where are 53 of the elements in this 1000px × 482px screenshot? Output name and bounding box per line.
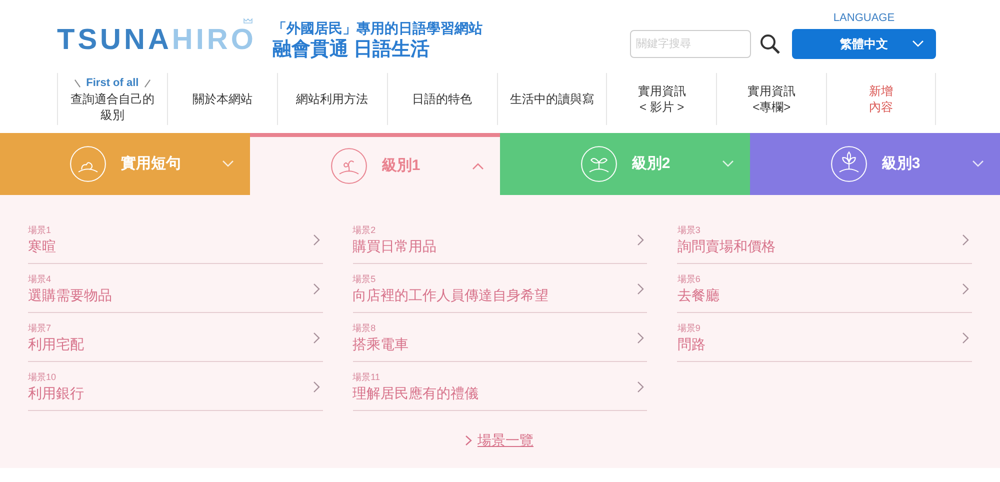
chevron-right-icon [962,332,969,344]
tagline: 「外國居民」專用的日語學習網站 [272,20,482,38]
language-dropdown[interactable]: 繁體中文 [792,28,936,58]
nav-link[interactable]: 網站利用方法 [276,73,387,126]
nav-link[interactable]: 生活中的讀與寫 [496,73,606,126]
crown-icon [243,18,254,24]
scene-link[interactable]: 場景1 寒暄 [28,215,323,264]
logo-text[interactable]: TSUNA [57,26,172,56]
nav-link[interactable]: 實用資訊 < 影片 > [606,73,716,126]
scene-link[interactable]: 場景7 利用宅配 [28,313,323,362]
scene-link[interactable]: 場景9 問路 [677,313,972,362]
scene-link[interactable]: 場景5 向店裡的工作人員傳達自身希望 [352,264,648,313]
level-tab[interactable]: 級別1 [250,133,500,195]
chevron-right-icon [637,332,644,344]
caret-icon [222,160,234,168]
nav-link[interactable]: 實用資訊 <專欄> [716,73,826,126]
nav-link[interactable]: 日語的特色 [386,73,496,126]
chevron-right-icon [312,332,320,344]
slogan: 融會貫通 日語生活 [272,38,431,62]
nav-link[interactable]: 關於本網站 [166,73,277,126]
caret-icon [472,162,484,170]
chevron-right-icon [637,381,644,393]
nav-link[interactable]: First of all 查詢適合自己的 級別 [57,73,167,126]
caret-icon [912,40,924,48]
chevron-right-icon [637,283,644,295]
caret-icon [722,160,734,168]
chevron-right-icon [312,234,320,246]
chevron-right-icon [637,234,644,246]
scene-link[interactable]: 場景3 詢問賣場和價格 [677,215,972,264]
logo-text[interactable]: HIRO [172,26,256,56]
chevron-right-icon [312,283,320,295]
caret-icon [972,160,984,168]
scene-link[interactable]: 場景8 搭乘電車 [352,313,648,362]
level-tab[interactable]: 實用短句 [0,133,250,195]
scene-link[interactable]: 場景10 利用銀行 [28,362,323,411]
chevron-right-icon [962,234,969,246]
sprout-icon [330,147,368,185]
tree-icon [830,145,868,183]
all-scenes-link[interactable]: 場景一覽 [464,430,534,451]
level-tab[interactable]: 級別2 [500,133,750,195]
nav-link[interactable]: 新增 內容 [826,73,936,126]
scene-link[interactable]: 場景11 理解居民應有的禮儀 [352,362,648,411]
chevron-right-icon [312,381,320,393]
chevron-right-icon [962,283,969,295]
scene-link[interactable]: 場景6 去餐廳 [677,264,972,313]
chevron-right-icon [464,435,472,446]
seedling-icon [580,145,618,183]
search-icon[interactable] [759,32,781,54]
level-tab[interactable]: 級別3 [750,133,1000,195]
language-label: LANGUAGE [833,11,895,26]
seed-icon [69,145,107,183]
scene-link[interactable]: 場景4 選購需要物品 [28,264,323,313]
scene-link[interactable]: 場景2 購買日常用品 [352,215,648,264]
